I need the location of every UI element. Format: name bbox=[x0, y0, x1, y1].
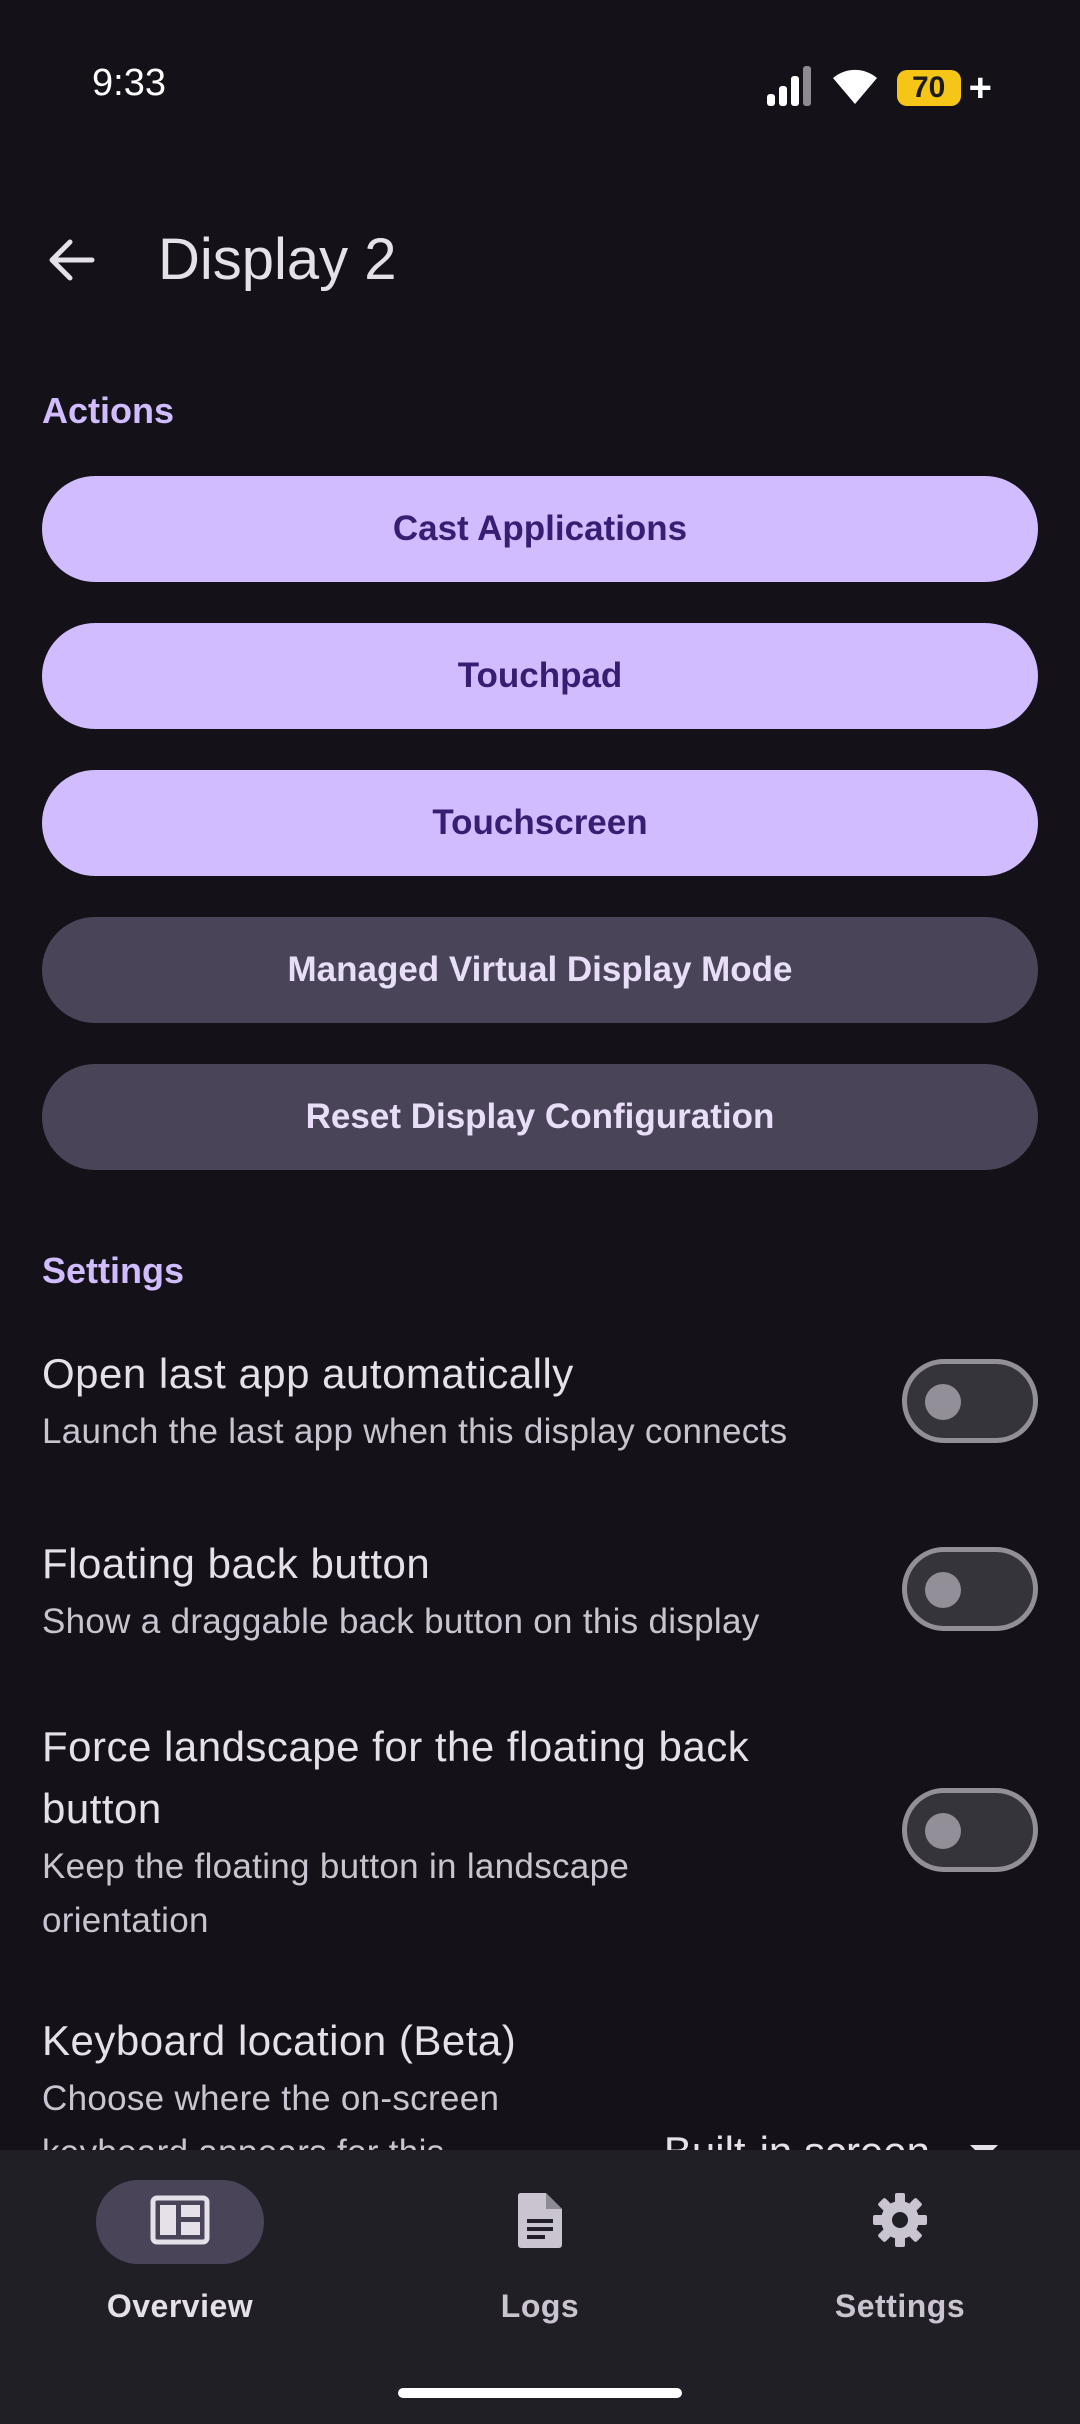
home-indicator[interactable] bbox=[398, 2388, 682, 2398]
setting-title: Keyboard location (Beta) bbox=[42, 2017, 517, 2064]
setting-description: Launch the last app when this display co… bbox=[42, 1412, 788, 1451]
battery-icon: 70 bbox=[896, 70, 961, 106]
floating-back-button-toggle[interactable] bbox=[902, 1547, 1038, 1631]
document-icon bbox=[516, 2191, 564, 2254]
touchscreen-button[interactable]: Touchscreen bbox=[42, 770, 1038, 876]
cast-applications-button[interactable]: Cast Applications bbox=[42, 476, 1038, 582]
nav-item-overview[interactable]: Overview bbox=[0, 2180, 360, 2380]
force-landscape-toggle[interactable] bbox=[902, 1788, 1038, 1872]
nav-item-logs[interactable]: Logs bbox=[360, 2180, 720, 2380]
toggle-thumb bbox=[925, 1813, 961, 1849]
setting-force-landscape[interactable]: Force landscape for the floating back bu… bbox=[42, 1716, 1038, 1956]
nav-label: Settings bbox=[834, 2288, 966, 2324]
setting-description: Keep the floating button in landscape or… bbox=[42, 1847, 630, 1940]
gear-icon bbox=[872, 2192, 928, 2253]
back-arrow-icon[interactable] bbox=[42, 230, 102, 290]
reset-display-configuration-button[interactable]: Reset Display Configuration bbox=[42, 1064, 1038, 1170]
battery-charging-indicator: + bbox=[968, 65, 992, 110]
actions-section-header: Actions bbox=[42, 390, 175, 431]
toggle-thumb bbox=[925, 1572, 961, 1608]
page-title: Display 2 bbox=[158, 227, 397, 292]
screen: 9:33 70 + Display 2 Actions Cast Applica… bbox=[0, 0, 1080, 2424]
setting-open-last-app[interactable]: Open last app automatically Launch the l… bbox=[42, 1343, 1038, 1463]
status-time: 9:33 bbox=[92, 62, 166, 104]
battery-level: 70 bbox=[911, 71, 946, 104]
setting-title: Floating back button bbox=[42, 1540, 431, 1587]
touchpad-button[interactable]: Touchpad bbox=[42, 623, 1038, 729]
settings-section-header: Settings bbox=[42, 1250, 185, 1291]
nav-item-settings[interactable]: Settings bbox=[720, 2180, 1080, 2380]
wifi-icon bbox=[831, 66, 879, 111]
signal-icon bbox=[765, 64, 813, 113]
nav-indicator bbox=[96, 2180, 264, 2264]
managed-virtual-display-mode-button[interactable]: Managed Virtual Display Mode bbox=[42, 917, 1038, 1023]
nav-indicator bbox=[816, 2180, 984, 2264]
toggle-thumb bbox=[925, 1384, 961, 1420]
nav-indicator bbox=[456, 2180, 624, 2264]
open-last-app-toggle[interactable] bbox=[902, 1359, 1038, 1443]
nav-label: Overview bbox=[106, 2288, 254, 2324]
bottom-navigation: Overview Logs Settings bbox=[0, 2150, 1080, 2424]
nav-label: Logs bbox=[500, 2288, 580, 2324]
setting-title: Force landscape for the floating back bu… bbox=[42, 1723, 750, 1832]
setting-title: Open last app automatically bbox=[42, 1350, 574, 1397]
top-app-bar: Display 2 bbox=[0, 190, 1080, 330]
status-icons: 70 + bbox=[765, 64, 992, 112]
setting-description: Show a draggable back button on this dis… bbox=[42, 1602, 760, 1641]
setting-floating-back-button[interactable]: Floating back button Show a draggable ba… bbox=[42, 1533, 1038, 1653]
status-bar: 9:33 70 + bbox=[0, 0, 1080, 170]
overview-icon bbox=[150, 2195, 210, 2250]
